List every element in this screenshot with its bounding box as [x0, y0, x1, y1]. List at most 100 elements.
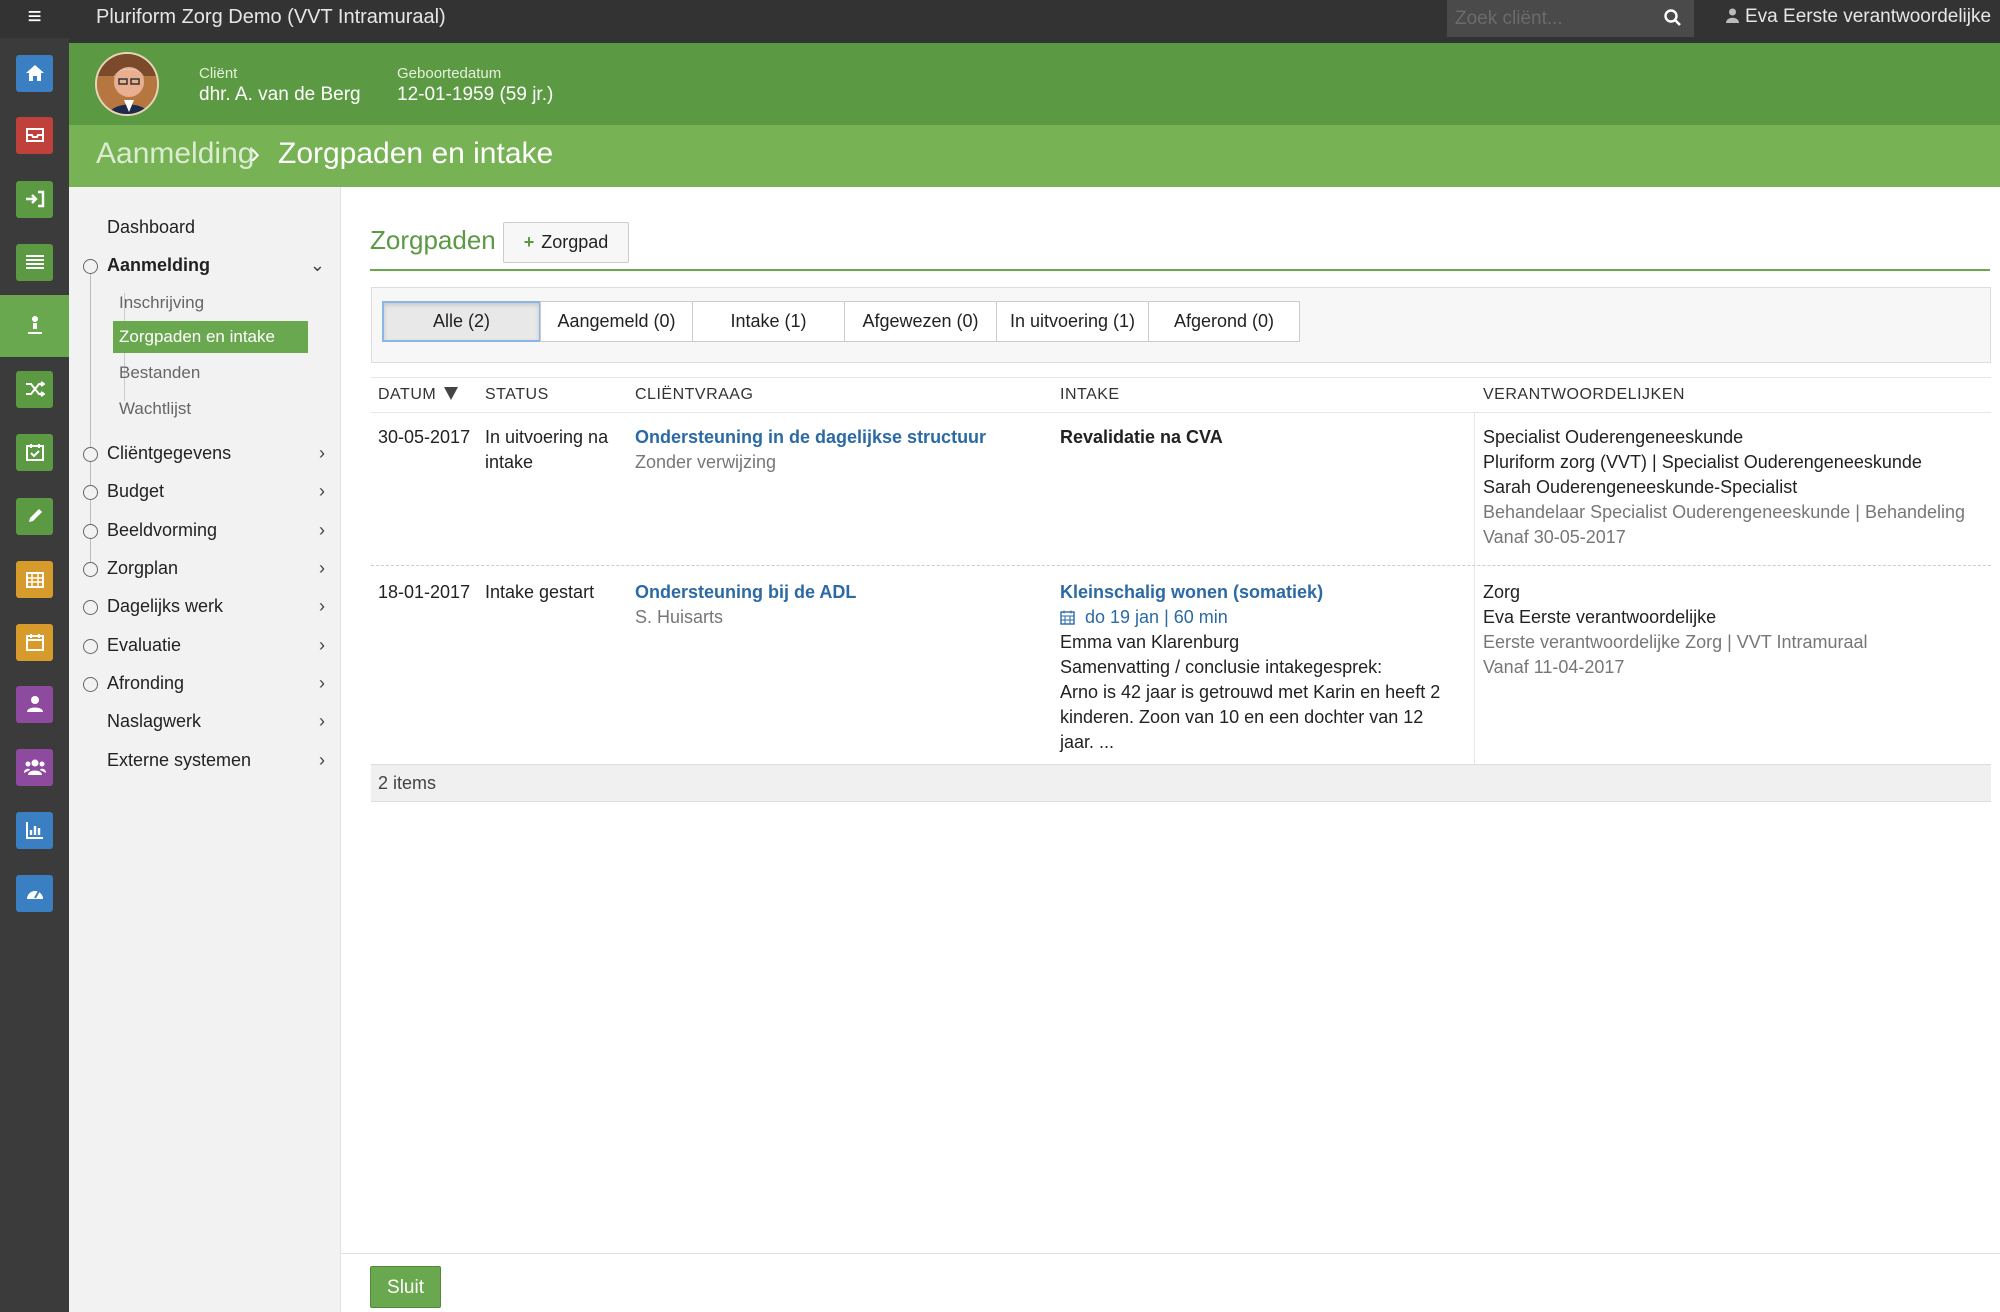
- chevron-right-icon: ›: [319, 443, 325, 463]
- add-zorgpad-button[interactable]: + Zorgpad: [503, 222, 629, 263]
- filter-tab-in-uitvoering[interactable]: In uitvoering (1): [996, 301, 1149, 342]
- intake-line: jaar. ...: [1060, 732, 1115, 752]
- calendar-icon[interactable]: [16, 624, 53, 661]
- cell-status: In uitvoering na intake: [485, 425, 635, 475]
- page-title: Zorgpaden en intake: [278, 137, 554, 170]
- chevron-right-icon: ›: [319, 558, 325, 578]
- sign-in-icon[interactable]: [16, 181, 53, 218]
- sidebar-subitem-wachtlijst[interactable]: Wachtlijst: [113, 393, 308, 425]
- resp-role: Behandelaar Specialist Ouderengeneeskund…: [1483, 502, 1966, 522]
- calendar-grid-icon[interactable]: [16, 561, 53, 598]
- timeline-node: [83, 677, 98, 692]
- filter-tab-alle[interactable]: Alle (2): [382, 301, 541, 342]
- users-icon[interactable]: [16, 749, 53, 786]
- filter-tab-afgewezen[interactable]: Afgewezen (0): [844, 301, 997, 342]
- dob-label: Geboortedatum: [397, 65, 502, 82]
- sidebar-item-evaluatie[interactable]: Evaluatie ›: [107, 635, 337, 661]
- intake-line: kinderen. Zoon van 10 en een dochter van…: [1060, 707, 1424, 727]
- bar-chart-icon[interactable]: [16, 812, 53, 849]
- filter-tab-afgerond[interactable]: Afgerond (0): [1148, 301, 1300, 342]
- table-header: DATUM STATUS CLIËNTVRAAG INTAKE VERANTWO…: [371, 377, 1991, 413]
- clientvraag-link[interactable]: Ondersteuning bij de ADL: [635, 580, 1055, 605]
- clientvraag-link[interactable]: Ondersteuning in de dagelijkse structuur: [635, 425, 1055, 450]
- column-divider: [1474, 413, 1475, 565]
- timeline-node: [83, 639, 98, 654]
- calendar-icon: [1060, 607, 1085, 627]
- intake-appointment[interactable]: do 19 jan | 60 min: [1060, 605, 1472, 630]
- avatar[interactable]: [95, 52, 159, 116]
- user-icon[interactable]: [16, 686, 53, 723]
- sidebar-item-dashboard[interactable]: Dashboard: [107, 217, 337, 243]
- sidebar-item-label: Evaluatie: [107, 635, 182, 655]
- intake-date: do 19 jan | 60 min: [1085, 607, 1228, 627]
- intake-title: Revalidatie na CVA: [1060, 427, 1223, 447]
- sidebar-item-zorgplan[interactable]: Zorgplan ›: [107, 558, 337, 584]
- bottom-action-bar: Sluit: [341, 1253, 2000, 1312]
- list-icon[interactable]: [16, 244, 53, 281]
- inbox-icon[interactable]: [16, 117, 53, 154]
- table-row[interactable]: 30-05-2017 In uitvoering na intake Onder…: [371, 413, 1991, 566]
- dashboard-gauge-icon[interactable]: [16, 875, 53, 912]
- resp-line: Sarah Ouderengeneeskunde-Specialist: [1483, 477, 1798, 497]
- sidebar-item-beeldvorming[interactable]: Beeldvorming ›: [107, 520, 337, 546]
- timeline-node: [83, 259, 98, 274]
- filter-tab-intake[interactable]: Intake (1): [692, 301, 845, 342]
- chevron-right-icon: ›: [319, 635, 325, 655]
- cell-status: Intake gestart: [485, 580, 635, 605]
- chevron-right-icon: ›: [319, 673, 325, 693]
- timeline-node: [83, 562, 98, 577]
- home-icon[interactable]: [16, 55, 53, 92]
- search-icon[interactable]: [1652, 0, 1694, 37]
- breadcrumb: Aanmelding › Zorgpaden en intake: [69, 125, 2000, 187]
- add-zorgpad-label: Zorgpad: [541, 232, 609, 252]
- column-header-datum[interactable]: DATUM: [378, 386, 459, 404]
- breadcrumb-parent[interactable]: Aanmelding: [96, 137, 254, 171]
- resp-role: Eerste verantwoordelijke Zorg | VVT Intr…: [1483, 632, 1868, 652]
- table-footer-count: 2 items: [371, 765, 1991, 802]
- resp-line: Zorg: [1483, 582, 1521, 602]
- sidebar-item-clientgegevens[interactable]: Cliëntgegevens ›: [107, 443, 337, 469]
- shuffle-icon[interactable]: [16, 371, 53, 408]
- user-menu[interactable]: Eva Eerste verantwoordelijke ▾: [1726, 6, 2000, 28]
- sidebar-subitem-bestanden[interactable]: Bestanden: [113, 357, 308, 389]
- calendar-check-icon[interactable]: [16, 434, 53, 471]
- sidebar-item-externe-systemen[interactable]: Externe systemen ›: [107, 750, 337, 776]
- intake-line: Emma van Klarenburg: [1060, 632, 1240, 652]
- filter-tab-aangemeld[interactable]: Aangemeld (0): [540, 301, 693, 342]
- sort-desc-icon: [444, 387, 459, 400]
- sidebar-item-label: Budget: [107, 481, 165, 501]
- sidebar-item-afronding[interactable]: Afronding ›: [107, 673, 337, 699]
- sidebar-item-aanmelding[interactable]: Aanmelding ⌄: [107, 255, 337, 281]
- sidebar-item-dagelijks-werk[interactable]: Dagelijks werk ›: [107, 596, 337, 622]
- status-line: In uitvoering na: [485, 427, 609, 447]
- client-header: Cliënt dhr. A. van de Berg Geboortedatum…: [69, 43, 2000, 125]
- chevron-right-icon: ›: [319, 711, 325, 731]
- client-name: dhr. A. van de Berg: [199, 84, 361, 105]
- breadcrumb-separator: ›: [250, 137, 260, 170]
- column-header-verantwoordelijken[interactable]: VERANTWOORDELIJKEN: [1483, 386, 1685, 404]
- cell-datum: 30-05-2017: [378, 427, 471, 447]
- close-button[interactable]: Sluit: [370, 1266, 441, 1308]
- section-title: Zorgpaden: [370, 225, 496, 255]
- sidebar-subitem-zorgpaden[interactable]: Zorgpaden en intake: [113, 321, 308, 353]
- table-row[interactable]: 18-01-2017 Intake gestart Ondersteuning …: [371, 566, 1991, 765]
- dob-value: 12-01-1959 (59 jr.): [397, 84, 554, 105]
- column-header-intake[interactable]: INTAKE: [1060, 386, 1120, 404]
- filter-bar: Alle (2) Aangemeld (0) Intake (1) Afgewe…: [371, 287, 1991, 363]
- client-label: Cliënt: [199, 65, 238, 82]
- sidebar-item-budget[interactable]: Budget ›: [107, 481, 337, 507]
- hamburger-icon[interactable]: ≡: [0, 0, 69, 38]
- pencil-icon[interactable]: [16, 498, 53, 535]
- person-marker-icon[interactable]: [16, 307, 53, 344]
- status-line: Intake gestart: [485, 582, 595, 602]
- cell-intake: Revalidatie na CVA: [1060, 425, 1470, 450]
- column-header-clientvraag[interactable]: CLIËNTVRAAG: [635, 386, 753, 404]
- sidebar-subitem-inschrijving[interactable]: Inschrijving: [113, 287, 308, 319]
- column-header-status[interactable]: STATUS: [485, 386, 549, 404]
- intake-line: Samenvatting / conclusie intakegesprek:: [1060, 657, 1383, 677]
- sidebar: Dashboard Aanmelding ⌄ Inschrijving Zorgp…: [69, 187, 341, 1312]
- search-input[interactable]: [1447, 0, 1652, 37]
- resp-line: Pluriform zorg (VVT) | Specialist Oudere…: [1483, 452, 1922, 472]
- sidebar-item-naslagwerk[interactable]: Naslagwerk ›: [107, 711, 337, 737]
- intake-link[interactable]: Kleinschalig wonen (somatiek): [1060, 580, 1472, 605]
